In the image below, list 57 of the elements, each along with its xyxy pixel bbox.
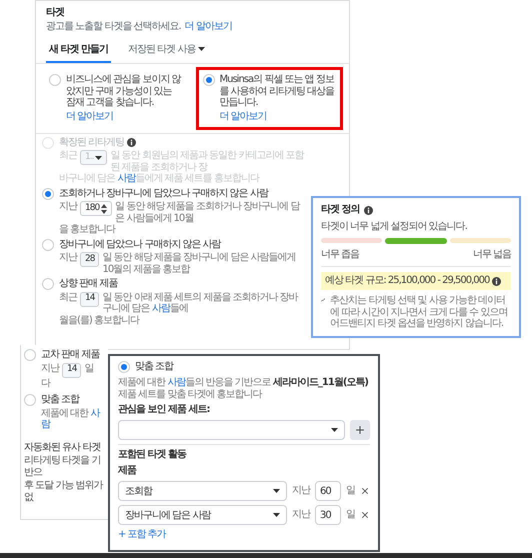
option-label: 장바구니에 담았으나 구매하지 않은 사람 — [59, 238, 221, 250]
days-input[interactable]: 14 — [62, 362, 82, 378]
gauge-max-label: 너무 넓음 — [472, 248, 511, 260]
option-text: Musinsa의 픽셀 또는 앱 정보를 사용하여 리타게팅 대상을 만듭니다. — [220, 74, 336, 108]
days-input[interactable]: 14 — [80, 292, 100, 306]
status-text: 타겟이 너무 넓게 설정되어 있습니다. — [321, 221, 468, 232]
option-description: 일 동안 회원님의 제품과 동일한 카테고리에 포함된 제품을 조회하거나 장 — [110, 150, 305, 173]
days-spinner[interactable]: 180 — [80, 201, 112, 216]
period-label: 지난 — [292, 485, 310, 497]
option-description: 일 동안 해당 제품을 장바구니에 담은 사람들에게 10월의 제품을 홍보합 — [102, 252, 297, 275]
estimate-note: 추산치는 타게팅 선택 및 사용 가능한 데이터에 따라 시간이 지나면서 크게 다를 수 있으며 어드밴티지 타겟 옵션을 반영하지 않습니다. — [330, 295, 508, 330]
option-prefix: 지난 — [41, 362, 59, 374]
audience-estimate: 예상 타겟 규모: 25,100,000 - 29,500,000 — [325, 275, 490, 287]
option-description: 제품에 대한 사람 — [41, 408, 101, 430]
field-label: 제품 — [118, 465, 138, 477]
days-input[interactable]: 60 — [315, 481, 341, 501]
option-description: 바구니에 담은 사람들에게 제품 세트를 홍보합니다 — [59, 173, 260, 184]
option-description: 일 — [84, 362, 94, 374]
learn-more-link[interactable]: 더 알아보기 — [66, 110, 114, 122]
period-label: 지난 — [292, 509, 310, 521]
option-label: 맞춤 조합 — [41, 394, 80, 406]
field-label: 관심을 보인 제품 세트: — [118, 404, 210, 416]
days-input[interactable]: 30 — [315, 505, 341, 525]
event-dropdown[interactable]: 조회함 — [118, 481, 287, 501]
section-heading: 포함된 타겟 활동 — [118, 449, 188, 461]
tab[interactable]: 새 타겟 만들기 — [46, 37, 111, 63]
option-description: 제품에 대한 사람들의 반응을 기반으로 세라마이드_11월(오특) 제품 세트를 맞춤 타겟에 홍보합니다 — [118, 377, 369, 400]
lookalike-title: 자동화된 유사 타겟 — [24, 442, 100, 453]
lookalike-description: 리타게팅 타겟을 기반으 — [24, 455, 102, 478]
learn-more-link[interactable]: 더 알아보기 — [184, 21, 232, 33]
option-prefix: 지난 — [59, 252, 77, 264]
option-prefix: 최근 — [59, 150, 77, 162]
option-description: 다 — [41, 378, 52, 389]
event-dropdown[interactable]: 장바구니에 담은 사람 — [118, 505, 287, 525]
option-description: 일 동안 해당 제품을 조회하거나 장바구니에 담은 사람들에게 10월 — [115, 201, 301, 224]
section-subtitle: 광고를 노출할 타겟을 선택하세요. — [46, 21, 181, 33]
option-label: 확장된 리타게팅 — [59, 136, 136, 148]
lookalike-description: 후 도달 가능 범위가 없 — [24, 480, 104, 503]
option-description: 을 홍보합니다 — [59, 224, 117, 236]
option-text: 비즈니스에 관심을 보이지 않았지만 구매 가능성이 있는 잠재 고객을 찾습니다. — [66, 74, 182, 108]
gauge-min-label: 너무 좁음 — [321, 248, 360, 260]
option-description: 일 동안 아래 제품 세트의 제품을 조회하거나 장바구니에 담은 사람들에 — [102, 292, 300, 314]
unit-label: 일 — [346, 509, 355, 521]
section-title: 타겟 — [46, 7, 66, 19]
tab[interactable]: 저장된 타겟 사용 — [124, 37, 208, 63]
unit-label: 일 — [346, 485, 355, 497]
option-description: 월을(를) 홍보합니다 — [59, 314, 140, 326]
days-input[interactable]: 28 — [80, 252, 100, 267]
option-label: 교차 판매 제품 — [41, 349, 100, 360]
panel-title: 타겟 정의 — [321, 204, 360, 216]
option-label: 조회하거나 장바구니에 담았으나 구매하지 않은 사람 — [59, 188, 268, 199]
learn-more-link[interactable]: 더 알아보기 — [220, 110, 267, 122]
option-label: 상향 판매 제품 — [59, 278, 118, 290]
option-prefix: 최근 — [59, 292, 77, 303]
add-inclusion-link[interactable]: + 포함 추가 — [118, 529, 166, 541]
option-prefix: 지난 — [59, 201, 77, 212]
option-label: 맞춤 조합 — [135, 361, 174, 372]
